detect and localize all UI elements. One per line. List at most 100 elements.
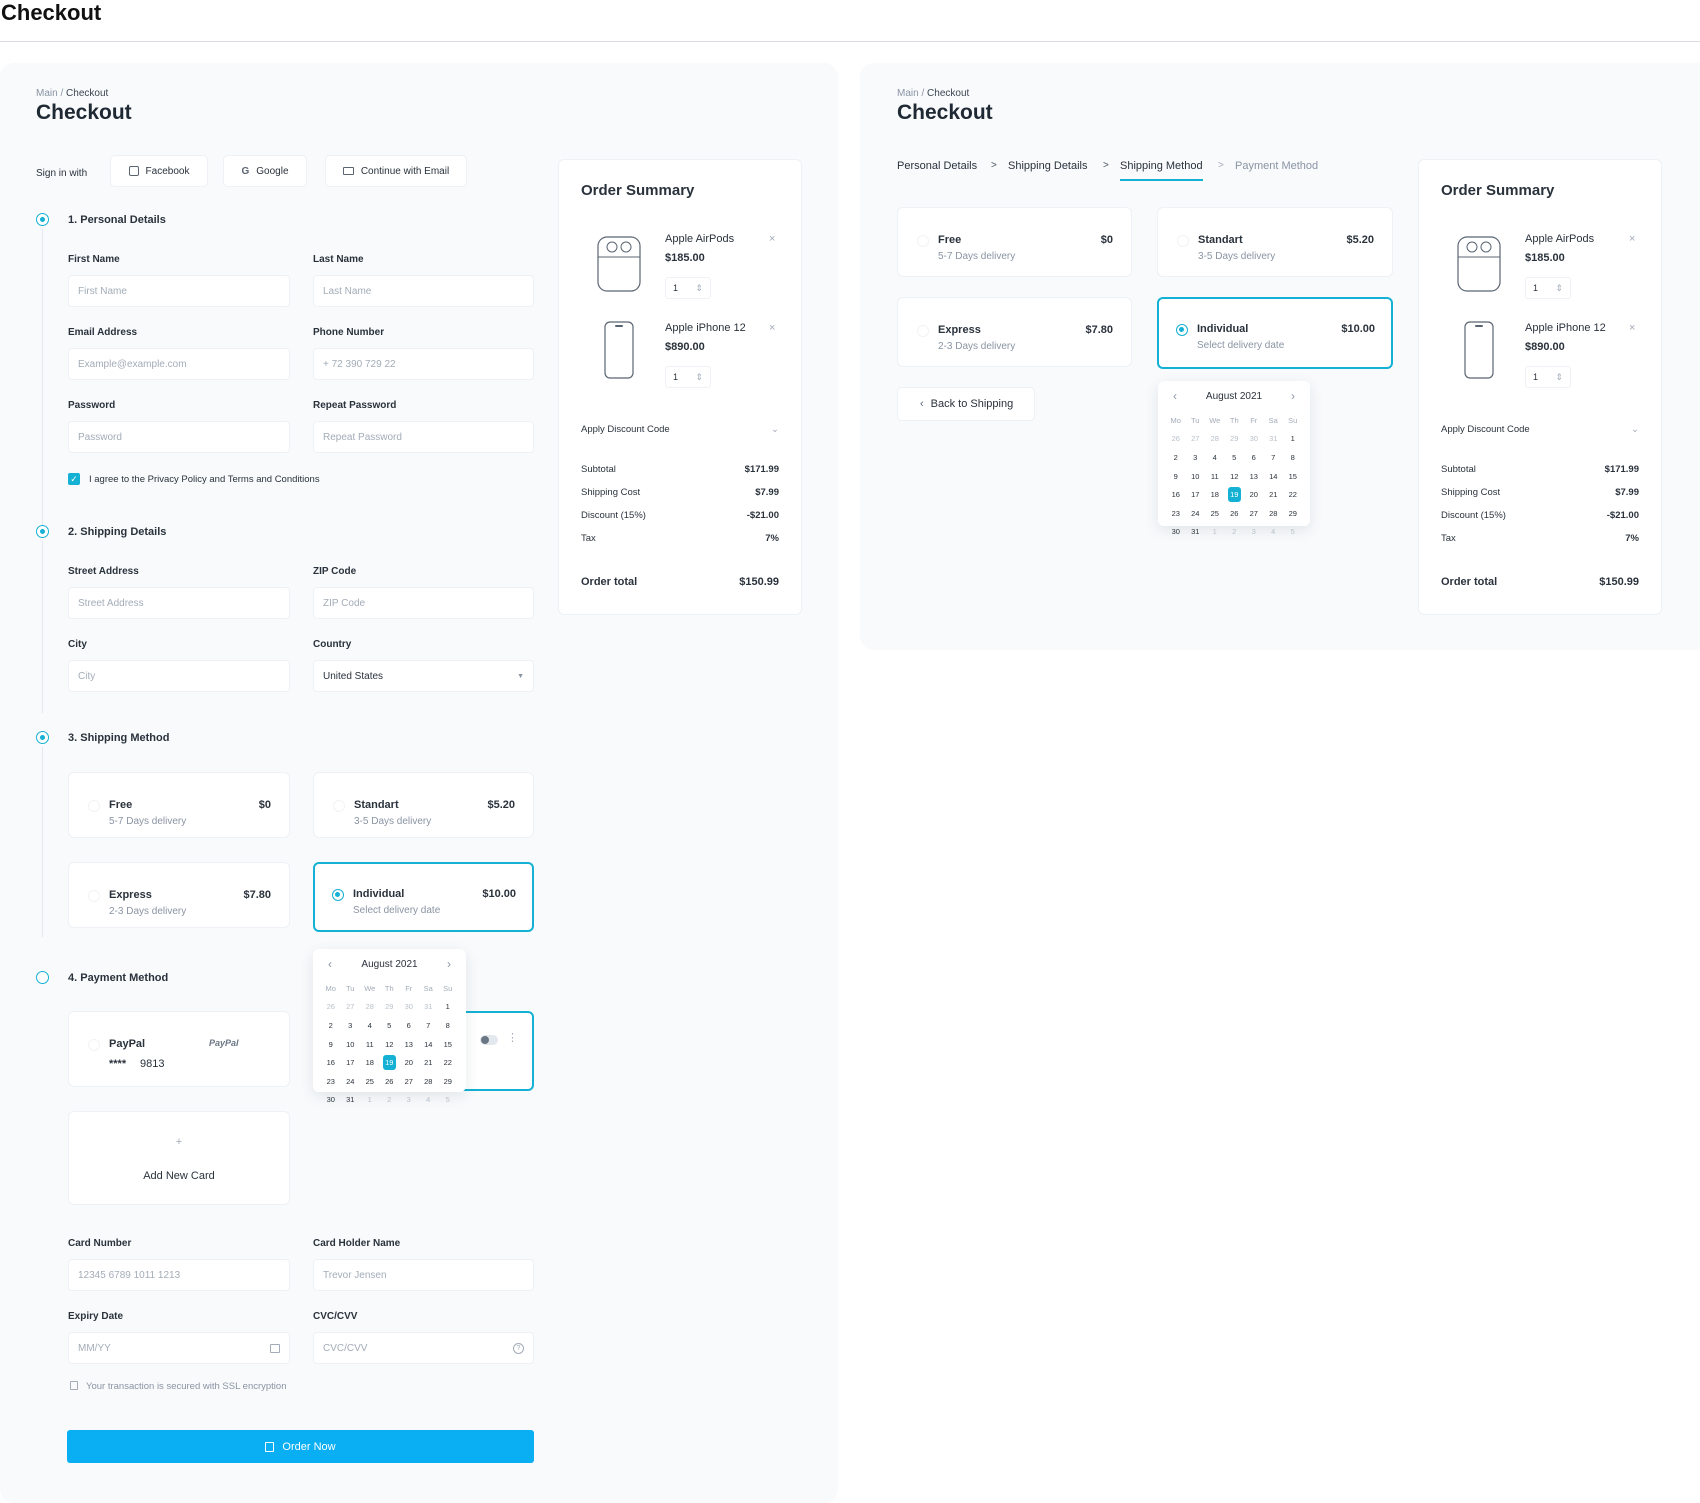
calendar-day[interactable]: 28: [360, 998, 380, 1017]
radio-button[interactable]: [88, 890, 100, 902]
google-signin-button[interactable]: G Google: [223, 155, 307, 187]
toggle-switch[interactable]: [480, 1035, 498, 1045]
calendar-day[interactable]: 3: [399, 1091, 419, 1110]
calendar-day[interactable]: 27: [399, 1072, 419, 1091]
calendar-day[interactable]: 5: [1283, 523, 1303, 542]
calendar-day[interactable]: 21: [419, 1053, 439, 1072]
calendar-day[interactable]: 11: [1205, 467, 1225, 486]
expiry-field[interactable]: MM/YY: [68, 1332, 290, 1364]
step-tab-shipping-method[interactable]: Shipping Method: [1120, 160, 1203, 181]
calendar-day[interactable]: 26: [321, 998, 341, 1017]
phone-field[interactable]: + 72 390 729 22: [313, 348, 534, 380]
calendar-day[interactable]: 30: [1244, 430, 1264, 449]
radio-button[interactable]: [1177, 235, 1189, 247]
calendar-day[interactable]: 16: [321, 1053, 341, 1072]
calendar-day[interactable]: 2: [1166, 448, 1186, 467]
stepper-arrows-icon[interactable]: ⇕: [695, 372, 703, 383]
calendar-day[interactable]: 1: [1205, 523, 1225, 542]
calendar-day[interactable]: 4: [1264, 523, 1284, 542]
calendar-day[interactable]: 29: [1225, 430, 1245, 449]
password-field[interactable]: Password: [68, 421, 290, 453]
quantity-stepper[interactable]: 1 ⇕: [665, 366, 711, 388]
shipping-option-standart[interactable]: Standart 3-5 Days delivery $5.20: [313, 772, 534, 838]
first-name-field[interactable]: First Name: [68, 275, 290, 307]
radio-button[interactable]: [88, 1039, 100, 1051]
stepper-arrows-icon[interactable]: ⇕: [1555, 372, 1563, 383]
calendar-day[interactable]: 31: [1264, 430, 1284, 449]
calendar-day[interactable]: 5: [1225, 448, 1245, 467]
calendar-day[interactable]: 23: [321, 1072, 341, 1091]
calendar-day[interactable]: 6: [1244, 448, 1264, 467]
calendar-day[interactable]: 8: [1283, 448, 1303, 467]
repeat-password-field[interactable]: Repeat Password: [313, 421, 534, 453]
add-new-card-button[interactable]: + Add New Card: [68, 1111, 290, 1205]
calendar-day[interactable]: 17: [1186, 485, 1206, 504]
calendar-day[interactable]: 15: [438, 1035, 458, 1054]
calendar-day[interactable]: 29: [438, 1072, 458, 1091]
shipping-option-express[interactable]: Express 2-3 Days delivery $7.80: [68, 862, 290, 928]
quantity-stepper[interactable]: 1 ⇕: [665, 277, 711, 299]
calendar-day[interactable]: 30: [321, 1091, 341, 1110]
radio-button-selected[interactable]: [332, 889, 344, 901]
calendar-day[interactable]: 31: [341, 1091, 361, 1110]
calendar-day[interactable]: 30: [399, 998, 419, 1017]
calendar-day[interactable]: 3: [1186, 448, 1206, 467]
calendar-day[interactable]: 12: [1225, 467, 1245, 486]
calendar-day[interactable]: 3: [1244, 523, 1264, 542]
calendar-day[interactable]: 1: [360, 1091, 380, 1110]
stepper-arrows-icon[interactable]: ⇕: [695, 283, 703, 294]
calendar-day[interactable]: 26: [1225, 504, 1245, 523]
zip-field[interactable]: ZIP Code: [313, 587, 534, 619]
calendar-day[interactable]: 5: [438, 1091, 458, 1110]
radio-button[interactable]: [333, 800, 345, 812]
calendar-day[interactable]: 25: [1205, 504, 1225, 523]
calendar-day[interactable]: 29: [1283, 504, 1303, 523]
calendar-day[interactable]: 20: [399, 1053, 419, 1072]
calendar-day[interactable]: 12: [380, 1035, 400, 1054]
close-icon[interactable]: ×: [769, 233, 775, 245]
shipping-option-individual[interactable]: Individual Select delivery date $10.00: [1157, 297, 1393, 369]
email-field[interactable]: Example@example.com: [68, 348, 290, 380]
shipping-option-free[interactable]: Free 5-7 Days delivery $0: [897, 207, 1132, 277]
calendar-day[interactable]: 22: [438, 1053, 458, 1072]
close-icon[interactable]: ×: [769, 322, 775, 334]
calendar-day[interactable]: 15: [1283, 467, 1303, 486]
calendar-day[interactable]: 3: [341, 1016, 361, 1035]
calendar-day[interactable]: 24: [1186, 504, 1206, 523]
shipping-option-express[interactable]: Express 2-3 Days delivery $7.80: [897, 297, 1132, 367]
chevron-right-icon[interactable]: ›: [447, 957, 451, 971]
last-name-field[interactable]: Last Name: [313, 275, 534, 307]
calendar-day[interactable]: 1: [1283, 430, 1303, 449]
calendar-day[interactable]: 26: [1166, 430, 1186, 449]
calendar-day[interactable]: 14: [1264, 467, 1284, 486]
back-to-shipping-button[interactable]: ‹ Back to Shipping: [897, 387, 1035, 421]
calendar-day[interactable]: 21: [1264, 485, 1284, 504]
breadcrumb-root[interactable]: Main: [36, 88, 58, 99]
calendar-day[interactable]: 2: [321, 1016, 341, 1035]
calendar-day[interactable]: 28: [1264, 504, 1284, 523]
cvc-field[interactable]: CVC/CVV ?: [313, 1332, 534, 1364]
calendar-day[interactable]: 29: [380, 998, 400, 1017]
close-icon[interactable]: ×: [1629, 233, 1635, 245]
calendar-day[interactable]: 20: [1244, 485, 1264, 504]
calendar-day[interactable]: 5: [380, 1016, 400, 1035]
calendar-day[interactable]: 11: [360, 1035, 380, 1054]
calendar-day[interactable]: 8: [438, 1016, 458, 1035]
radio-button[interactable]: [917, 325, 929, 337]
calendar-day[interactable]: 27: [1244, 504, 1264, 523]
calendar-day[interactable]: 23: [1166, 504, 1186, 523]
quantity-stepper[interactable]: 1 ⇕: [1525, 366, 1571, 388]
calendar-day[interactable]: 13: [1244, 467, 1264, 486]
email-signin-button[interactable]: Continue with Email: [325, 155, 467, 187]
calendar-day-selected[interactable]: 19: [1227, 487, 1241, 502]
calendar-day[interactable]: 4: [360, 1016, 380, 1035]
calendar-day[interactable]: 25: [360, 1072, 380, 1091]
calendar-day[interactable]: 4: [419, 1091, 439, 1110]
calendar-day[interactable]: 9: [321, 1035, 341, 1054]
calendar-day[interactable]: 2: [380, 1091, 400, 1110]
calendar-day[interactable]: 24: [341, 1072, 361, 1091]
more-icon[interactable]: ⋮: [507, 1031, 518, 1044]
calendar-day[interactable]: 13: [399, 1035, 419, 1054]
calendar-day[interactable]: 18: [360, 1053, 380, 1072]
facebook-signin-button[interactable]: Facebook: [110, 155, 208, 187]
